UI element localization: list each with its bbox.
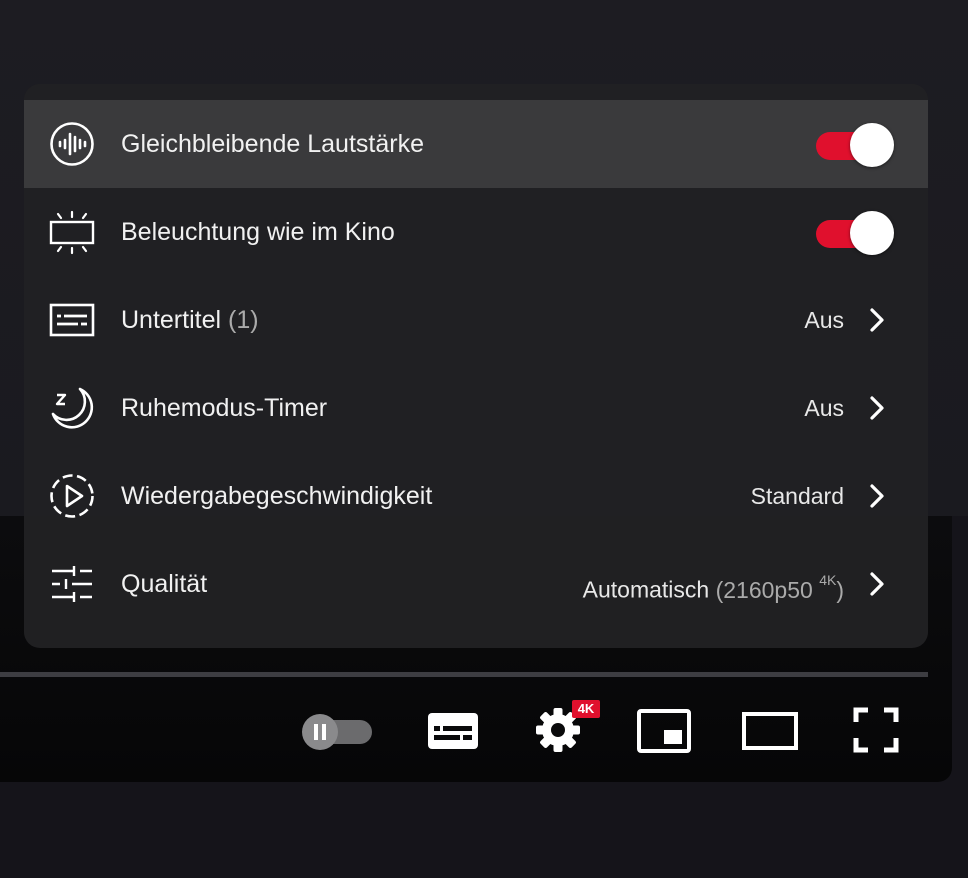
ambient-mode-label: Beleuchtung wie im Kino [121, 218, 395, 246]
theater-mode-button[interactable] [740, 710, 800, 752]
subtitles-button[interactable] [426, 710, 480, 752]
fullscreen-button[interactable] [852, 706, 900, 754]
stable-volume-icon [48, 120, 96, 168]
stable-volume-label: Gleichbleibende Lautstärke [121, 130, 424, 158]
quality-sliders-icon [48, 560, 96, 608]
quality-value-detail: (2160p50 4K) [715, 572, 844, 603]
toggle-knob [850, 211, 894, 255]
fullscreen-icon [853, 707, 899, 753]
subtitles-icon [428, 713, 478, 749]
stable-volume-toggle[interactable] [816, 123, 896, 167]
autoplay-toggle[interactable] [300, 712, 374, 752]
theater-mode-icon [742, 712, 798, 750]
playback-speed-icon [48, 472, 96, 520]
settings-button[interactable]: 4K [534, 698, 602, 754]
chevron-right-icon [870, 484, 884, 508]
playback-speed-item[interactable]: Wiedergabegeschwindigkeit Standard [24, 452, 928, 540]
chevron-right-icon [870, 396, 884, 420]
quality-label: Qualität [121, 570, 208, 598]
quality-resolution: (2160p50 [715, 576, 813, 603]
playback-speed-value: Standard [750, 483, 844, 509]
subtitles-value: Aus [804, 307, 844, 333]
settings-menu: Gleichbleibende Lautstärke Beleuchtung w… [24, 84, 928, 648]
sleep-timer-icon [48, 384, 96, 432]
playback-speed-label: Wiedergabegeschwindigkeit [121, 482, 433, 510]
quality-value-main: Automatisch [582, 576, 710, 603]
quality-value: Automatisch (2160p50 4K) [583, 540, 844, 628]
quality-badge: 4K [572, 700, 600, 718]
sleep-timer-value: Aus [804, 395, 844, 421]
toggle-knob [850, 123, 894, 167]
miniplayer-button[interactable] [636, 708, 692, 754]
ambient-mode-icon [48, 208, 96, 256]
quality-4k-label: 4K [819, 572, 837, 588]
subtitles-icon [48, 296, 96, 344]
chevron-right-icon [870, 572, 884, 596]
progress-bar[interactable] [0, 672, 928, 677]
subtitles-label: Untertitel (1) [121, 276, 259, 364]
ambient-mode-item[interactable]: Beleuchtung wie im Kino [24, 188, 928, 276]
stable-volume-item[interactable]: Gleichbleibende Lautstärke [24, 100, 928, 188]
subtitles-item[interactable]: Untertitel (1) Aus [24, 276, 928, 364]
quality-item[interactable]: Qualität Automatisch (2160p50 4K) [24, 540, 928, 628]
chevron-right-icon [870, 308, 884, 332]
sleep-timer-label: Ruhemodus-Timer [121, 394, 328, 422]
sleep-timer-item[interactable]: Ruhemodus-Timer Aus [24, 364, 928, 452]
ambient-mode-toggle[interactable] [816, 211, 896, 255]
subtitles-count: (1) [228, 306, 259, 334]
miniplayer-icon [637, 709, 691, 753]
quality-close-paren: ) [836, 576, 844, 603]
subtitles-label-text: Untertitel [121, 306, 222, 334]
